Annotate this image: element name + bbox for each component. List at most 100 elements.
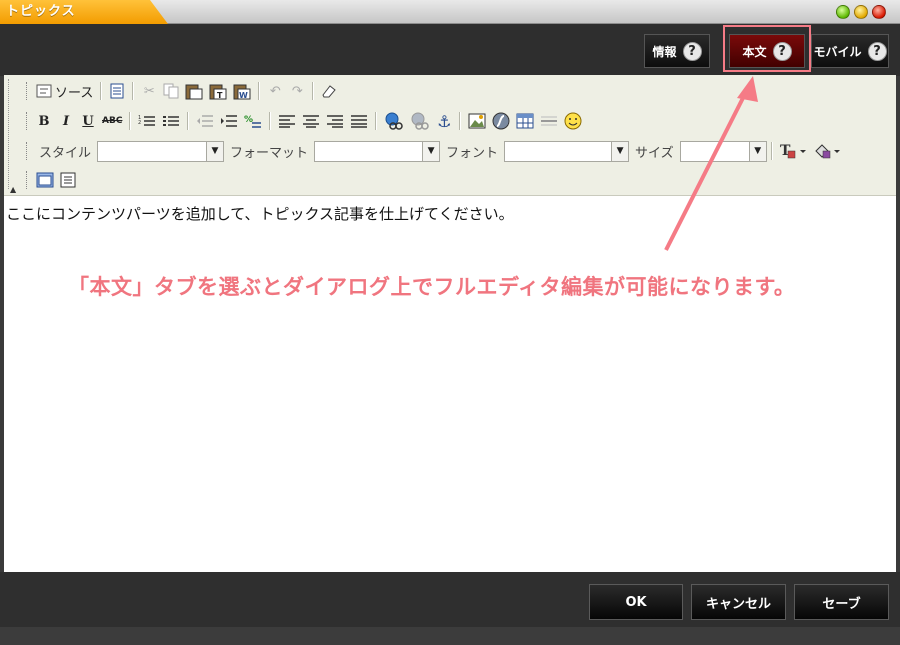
title-bar: トピックス bbox=[0, 0, 900, 24]
toolbar-grip bbox=[8, 79, 12, 189]
link-button[interactable] bbox=[381, 110, 407, 132]
format-select[interactable]: ▼ bbox=[314, 140, 441, 162]
size-label: サイズ bbox=[635, 145, 674, 161]
toolbar-row-1: ソース ✂ T W ↶ ↷ bbox=[26, 78, 340, 104]
maximize-editor-button[interactable] bbox=[33, 169, 57, 191]
ok-button[interactable]: OK bbox=[589, 584, 683, 620]
window-title: トピックス bbox=[0, 0, 168, 24]
italic-button[interactable]: I bbox=[55, 110, 77, 132]
help-icon[interactable]: ? bbox=[682, 41, 702, 61]
annotation-text: 「本文」タブを選ぶとダイアログ上でフルエディタ編集が可能になります。 bbox=[68, 275, 796, 299]
outdent-icon bbox=[197, 115, 214, 127]
align-right-button[interactable] bbox=[323, 110, 347, 132]
editor-content[interactable]: ここにコンテンツパーツを追加して、トピックス記事を仕上げてください。 bbox=[6, 203, 514, 224]
tab-info[interactable]: 情報 ? bbox=[644, 34, 710, 68]
anchor-icon: ⚓ bbox=[437, 111, 452, 131]
paste-text-icon: T bbox=[209, 84, 227, 100]
style-label: スタイル bbox=[39, 145, 92, 161]
chevron-down-icon: ▼ bbox=[206, 141, 224, 161]
numbered-list-button[interactable]: 12 bbox=[135, 110, 159, 132]
align-left-button[interactable] bbox=[275, 110, 299, 132]
redo-button[interactable]: ↷ bbox=[286, 80, 308, 102]
align-justify-icon bbox=[351, 115, 368, 128]
flash-button[interactable] bbox=[489, 110, 513, 132]
font-select[interactable]: ▼ bbox=[504, 140, 630, 162]
toolbar-row-2: B I U ABC 12 % ⚓ bbox=[26, 108, 585, 134]
align-center-icon bbox=[303, 115, 320, 128]
text-color-button[interactable]: T bbox=[777, 140, 811, 162]
copy-button[interactable] bbox=[160, 80, 182, 102]
source-button[interactable]: ソース bbox=[33, 80, 96, 102]
background-color-icon bbox=[814, 144, 840, 159]
format-select-value bbox=[315, 142, 422, 161]
size-select-value bbox=[681, 142, 749, 161]
scissors-icon: ✂ bbox=[143, 83, 155, 99]
unlink-button[interactable] bbox=[407, 110, 433, 132]
indent-icon bbox=[221, 115, 238, 127]
style-select-value bbox=[98, 142, 206, 161]
document-icon bbox=[110, 83, 124, 99]
dialog-footer: OK キャンセル セーブ bbox=[0, 572, 900, 645]
cancel-button[interactable]: キャンセル bbox=[691, 584, 786, 620]
style-select[interactable]: ▼ bbox=[97, 140, 225, 162]
image-button[interactable] bbox=[465, 110, 489, 132]
blockquote-button[interactable]: % bbox=[241, 110, 265, 132]
flash-icon bbox=[492, 112, 510, 130]
editor-toolbar: ▲ ソース ✂ T W ↶ ↷ B I U ABC 1 2 % ⚓ スタイル ▼… bbox=[4, 75, 896, 196]
maximize-button[interactable] bbox=[836, 5, 850, 19]
anchor-button[interactable]: ⚓ bbox=[433, 110, 455, 132]
window-controls bbox=[836, 5, 886, 19]
copy-icon bbox=[163, 83, 179, 99]
smiley-icon bbox=[564, 112, 582, 130]
save-button[interactable]: セーブ bbox=[794, 584, 889, 620]
toolbar-row-3: スタイル ▼ フォーマット ▼ フォント ▼ サイズ ▼ T bbox=[26, 138, 845, 164]
show-blocks-icon bbox=[60, 172, 76, 188]
horizontal-rule-icon bbox=[541, 116, 558, 126]
font-select-value bbox=[505, 142, 611, 161]
remove-format-button[interactable] bbox=[318, 80, 340, 102]
clipboard-icon bbox=[185, 84, 203, 100]
table-icon bbox=[516, 113, 534, 129]
align-justify-button[interactable] bbox=[347, 110, 371, 132]
cut-button[interactable]: ✂ bbox=[138, 80, 160, 102]
bold-button[interactable]: B bbox=[33, 110, 55, 132]
preview-button[interactable] bbox=[106, 80, 128, 102]
horizontal-rule-button[interactable] bbox=[537, 110, 561, 132]
outdent-button[interactable] bbox=[193, 110, 217, 132]
close-button[interactable] bbox=[872, 5, 886, 19]
active-tab-highlight bbox=[723, 25, 811, 72]
link-icon bbox=[385, 112, 404, 130]
size-select[interactable]: ▼ bbox=[679, 140, 767, 162]
align-center-button[interactable] bbox=[299, 110, 323, 132]
rich-text-editor: ▲ ソース ✂ T W ↶ ↷ B I U ABC 1 2 % ⚓ スタイル ▼… bbox=[4, 75, 896, 572]
toolbar-collapse-icon[interactable]: ▲ bbox=[10, 185, 16, 194]
tab-label: 情報 bbox=[652, 44, 677, 59]
chevron-down-icon: ▼ bbox=[748, 141, 766, 161]
bullet-list-button[interactable] bbox=[159, 110, 183, 132]
minimize-button[interactable] bbox=[854, 5, 868, 19]
svg-text:%: % bbox=[244, 115, 253, 125]
undo-icon: ↶ bbox=[269, 83, 281, 99]
redo-icon: ↷ bbox=[291, 83, 303, 99]
paste-word-button[interactable]: W bbox=[230, 80, 254, 102]
table-button[interactable] bbox=[513, 110, 537, 132]
chevron-down-icon: ▼ bbox=[611, 141, 629, 161]
indent-button[interactable] bbox=[217, 110, 241, 132]
strikethrough-button[interactable]: ABC bbox=[99, 110, 125, 132]
paste-text-button[interactable]: T bbox=[206, 80, 230, 102]
undo-button[interactable]: ↶ bbox=[264, 80, 286, 102]
show-blocks-button[interactable] bbox=[57, 169, 79, 191]
background-color-button[interactable] bbox=[811, 140, 845, 162]
unlink-icon bbox=[411, 112, 430, 130]
paste-button[interactable] bbox=[182, 80, 206, 102]
smiley-button[interactable] bbox=[561, 110, 585, 132]
align-right-icon bbox=[327, 115, 344, 128]
tab-mobile[interactable]: モバイル ? bbox=[811, 34, 889, 68]
help-icon[interactable]: ? bbox=[867, 41, 887, 61]
blockquote-icon: % bbox=[244, 115, 262, 128]
svg-text:T: T bbox=[217, 91, 223, 100]
source-icon bbox=[36, 84, 52, 98]
svg-text:2: 2 bbox=[138, 120, 141, 126]
bullet-list-icon bbox=[163, 116, 180, 126]
underline-button[interactable]: U bbox=[77, 110, 99, 132]
